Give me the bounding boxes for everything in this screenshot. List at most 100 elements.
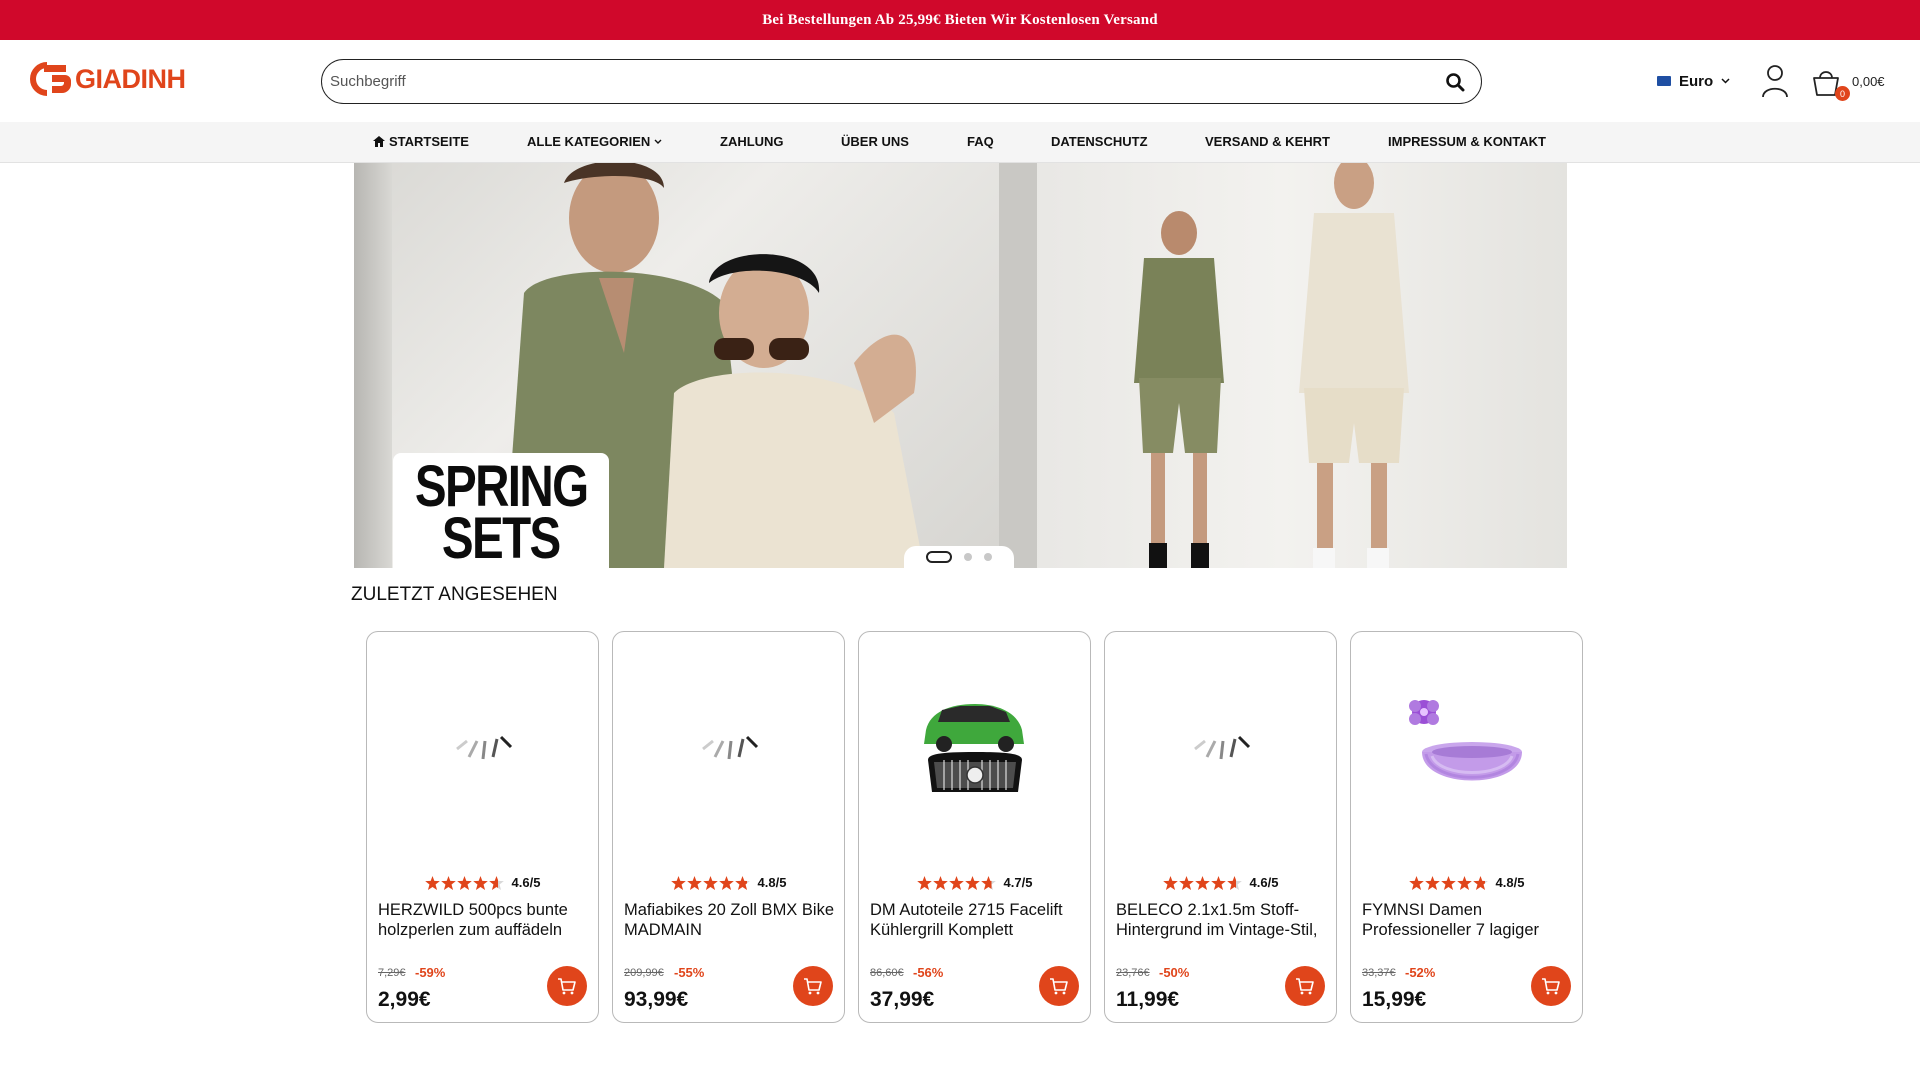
nav-item-imprint[interactable]: IMPRESSUM & KONTAKT [1388, 134, 1546, 149]
search-input[interactable] [330, 73, 1441, 90]
product-card[interactable]: 4.6/5 BELECO 2.1x1.5m Stoff-Hintergrund … [1104, 631, 1337, 1023]
star-icon [440, 875, 456, 890]
logo-text: GIADINH [75, 63, 186, 94]
star-icon [1424, 875, 1440, 890]
currency-selector[interactable]: Euro [1657, 70, 1730, 92]
user-icon [1762, 65, 1788, 98]
add-to-cart-button[interactable] [1285, 966, 1325, 1006]
carousel-dots [904, 546, 1014, 568]
eu-flag-icon [1657, 76, 1671, 86]
nav-item-about[interactable]: ÜBER UNS [841, 134, 909, 149]
discount-badge: -55% [674, 965, 705, 980]
star-icon [916, 875, 932, 890]
old-price: 23,76€ [1116, 967, 1150, 979]
carousel-dot-3[interactable] [984, 553, 992, 561]
nav-item-shipping[interactable]: VERSAND & KEHRT [1205, 134, 1330, 149]
rating-value: 4.7/5 [1003, 875, 1033, 890]
add-to-cart-icon [804, 978, 822, 995]
star-icon [1472, 875, 1488, 890]
product-price: 15,99€ [1362, 988, 1427, 1011]
account-button[interactable] [1760, 64, 1790, 98]
main-nav: STARTSEITE ALLE KATEGORIEN ZAHLUNG ÜBER … [0, 122, 1920, 163]
star-icon [456, 875, 472, 890]
recently-viewed-list: 4.6/5 HERZWILD 500pcs bunte holzperlen z… [366, 631, 1583, 1023]
product-image [1351, 632, 1582, 867]
star-rating-icon [1408, 875, 1488, 890]
star-icon [1194, 875, 1210, 890]
product-title[interactable]: Mafiabikes 20 Zoll BMX Bike MADMAIN [624, 900, 834, 940]
nav-item-categories[interactable]: ALLE KATEGORIEN [527, 134, 662, 149]
old-price: 209,99€ [624, 967, 664, 979]
star-rating-icon [916, 875, 996, 890]
product-rating: 4.8/5 [1351, 875, 1582, 890]
product-card[interactable]: 4.7/5 DM Autoteile 2715 Facelift Kühlerg… [858, 631, 1091, 1023]
star-icon [1408, 875, 1424, 890]
add-to-cart-button[interactable] [547, 966, 587, 1006]
nav-item-privacy[interactable]: DATENSCHUTZ [1051, 134, 1148, 149]
chevron-down-icon [1721, 78, 1730, 84]
brand-logo[interactable]: GIADINH [30, 62, 186, 96]
announcement-text: Bei Bestellungen Ab 25,99€ Bieten Wir Ko… [762, 11, 1158, 28]
product-card[interactable]: 4.8/5 FYMNSI Damen Professioneller 7 lag… [1350, 631, 1583, 1023]
currency-label: Euro [1679, 72, 1714, 90]
product-price: 37,99€ [870, 988, 935, 1011]
product-title[interactable]: DM Autoteile 2715 Facelift Kühlergrill K… [870, 900, 1080, 940]
product-title[interactable]: HERZWILD 500pcs bunte holzperlen zum auf… [378, 900, 588, 940]
nav-label: ZAHLUNG [720, 134, 784, 149]
product-card[interactable]: 4.6/5 HERZWILD 500pcs bunte holzperlen z… [366, 631, 599, 1023]
nav-label: ÜBER UNS [841, 134, 909, 149]
rating-value: 4.6/5 [1249, 875, 1279, 890]
product-rating: 4.7/5 [859, 875, 1090, 890]
product-title[interactable]: FYMNSI Damen Professioneller 7 lagiger [1362, 900, 1572, 940]
search-icon [1446, 72, 1465, 91]
rating-value: 4.8/5 [1495, 875, 1525, 890]
product-title[interactable]: BELECO 2.1x1.5m Stoff-Hintergrund im Vin… [1116, 900, 1326, 940]
tutu-skirt-image [1408, 699, 1522, 780]
site-header: GIADINH Euro 0 0,00€ [0, 40, 1920, 122]
nav-label: DATENSCHUTZ [1051, 134, 1148, 149]
star-icon [670, 875, 686, 890]
star-icon [1178, 875, 1194, 890]
nav-item-faq[interactable]: FAQ [967, 134, 994, 149]
product-rating: 4.8/5 [613, 875, 844, 890]
nav-label: STARTSEITE [389, 134, 469, 149]
banner-photo-right [999, 163, 1567, 568]
carousel-dot-1[interactable] [926, 551, 952, 563]
carousel-dot-2[interactable] [964, 553, 972, 561]
star-icon [472, 875, 488, 890]
add-to-cart-button[interactable] [793, 966, 833, 1006]
star-rating-icon [670, 875, 750, 890]
old-price: 86,60€ [870, 967, 904, 979]
search-button[interactable] [1441, 68, 1469, 96]
add-to-cart-button[interactable] [1531, 966, 1571, 1006]
product-rating: 4.6/5 [367, 875, 598, 890]
nav-item-payment[interactable]: ZAHLUNG [720, 134, 784, 149]
nav-item-home[interactable]: STARTSEITE [373, 134, 469, 149]
star-icon [1162, 875, 1178, 890]
promo-label-box: SPRING SETS [393, 453, 609, 568]
add-to-cart-button[interactable] [1039, 966, 1079, 1006]
nav-label: ALLE KATEGORIEN [527, 134, 651, 149]
product-image [367, 632, 598, 867]
loading-spinner-icon [1193, 735, 1250, 759]
banner-photo-left: SPRING SETS [354, 163, 999, 568]
recently-viewed-title: ZULETZT ANGESEHEN [351, 584, 558, 605]
star-icon [1210, 875, 1226, 890]
loading-spinner-icon [701, 735, 758, 759]
home-icon [373, 136, 385, 147]
star-icon [424, 875, 440, 890]
star-rating-icon [1162, 875, 1242, 890]
discount-badge: -52% [1405, 965, 1436, 980]
add-to-cart-icon [1542, 978, 1560, 995]
product-image [613, 632, 844, 867]
star-icon [1456, 875, 1472, 890]
star-icon [734, 875, 750, 890]
hero-banner[interactable]: SPRING SETS [354, 163, 1567, 568]
product-image [859, 632, 1090, 867]
product-price: 11,99€ [1116, 988, 1180, 1011]
product-card[interactable]: 4.8/5 Mafiabikes 20 Zoll BMX Bike MADMAI… [612, 631, 845, 1023]
cart-button[interactable]: 0 [1810, 66, 1850, 102]
star-icon [488, 875, 504, 890]
rating-value: 4.8/5 [757, 875, 787, 890]
star-icon [964, 875, 980, 890]
